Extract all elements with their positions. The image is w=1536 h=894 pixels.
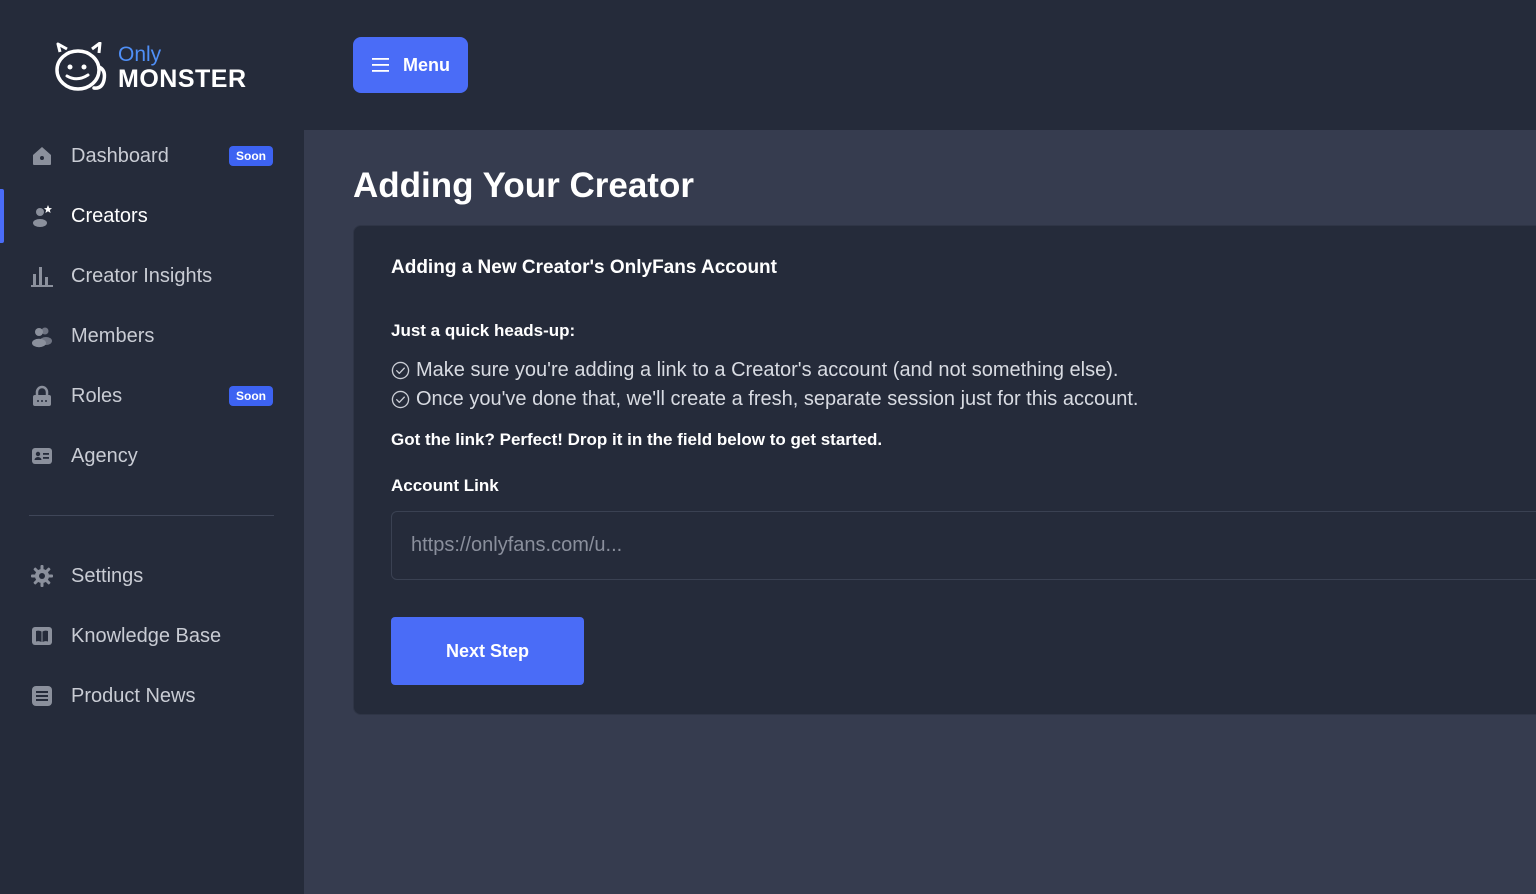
gear-icon [30, 564, 54, 588]
sidebar-item-agency[interactable]: Agency [0, 431, 304, 481]
sidebar-item-settings[interactable]: Settings [0, 551, 304, 601]
sidebar: Only MONSTER Dashboard Soon Creators Cre… [0, 0, 304, 894]
checklist-text: Make sure you're adding a link to a Crea… [416, 359, 1119, 381]
sidebar-item-knowledge-base[interactable]: Knowledge Base [0, 611, 304, 661]
brand-logo[interactable]: Only MONSTER [52, 42, 247, 94]
book-icon [30, 624, 54, 648]
page-title: Adding Your Creator [353, 166, 694, 205]
monster-logo-icon [55, 42, 107, 91]
sidebar-item-label: Product News [71, 684, 196, 707]
add-creator-card: Adding a New Creator's OnlyFans Account … [353, 225, 1536, 715]
account-link-label: Account Link [391, 476, 499, 495]
soon-badge: Soon [229, 386, 273, 406]
top-bar: Menu [304, 0, 1536, 130]
sidebar-divider [29, 515, 274, 516]
brand-line-1: Only [118, 43, 162, 66]
account-link-input[interactable] [391, 511, 1536, 580]
sidebar-item-label: Roles [71, 384, 123, 407]
check-circle-icon [391, 390, 410, 409]
sidebar-item-label: Members [71, 324, 155, 347]
sidebar-item-label: Agency [71, 444, 138, 467]
id-card-icon [30, 444, 54, 468]
sidebar-item-roles[interactable]: Roles Soon [0, 371, 304, 421]
hamburger-icon [372, 58, 389, 77]
soon-badge: Soon [229, 146, 273, 166]
headsup-heading: Just a quick heads-up: [391, 321, 576, 340]
checklist-item: Once you've done that, we'll create a fr… [391, 388, 1138, 411]
sidebar-item-label: Knowledge Base [71, 624, 222, 647]
creator-star-icon [30, 204, 54, 228]
home-icon [30, 144, 54, 168]
menu-button-label: Menu [403, 54, 450, 75]
sidebar-item-label: Settings [71, 564, 144, 587]
sidebar-item-label: Creators [71, 204, 148, 227]
check-circle-icon [391, 361, 410, 380]
sidebar-item-creators[interactable]: Creators [0, 189, 304, 243]
checklist-item: Make sure you're adding a link to a Crea… [391, 359, 1118, 382]
sidebar-item-members[interactable]: Members [0, 311, 304, 361]
sidebar-item-creator-insights[interactable]: Creator Insights [0, 251, 304, 301]
sidebar-item-label: Dashboard [71, 144, 169, 167]
brand-line-2: MONSTER [118, 65, 247, 93]
card-title: Adding a New Creator's OnlyFans Account [391, 257, 777, 278]
instruction-text: Got the link? Perfect! Drop it in the fi… [391, 430, 883, 449]
menu-button[interactable]: Menu [353, 37, 468, 93]
sidebar-item-dashboard[interactable]: Dashboard Soon [0, 131, 304, 181]
bar-chart-icon [30, 264, 54, 288]
list-icon [30, 684, 54, 708]
sidebar-item-label: Creator Insights [71, 264, 213, 287]
users-icon [30, 324, 54, 348]
next-step-button[interactable]: Next Step [391, 617, 584, 685]
checklist-text: Once you've done that, we'll create a fr… [416, 388, 1139, 410]
lock-icon [30, 384, 54, 408]
sidebar-item-product-news[interactable]: Product News [0, 671, 304, 721]
